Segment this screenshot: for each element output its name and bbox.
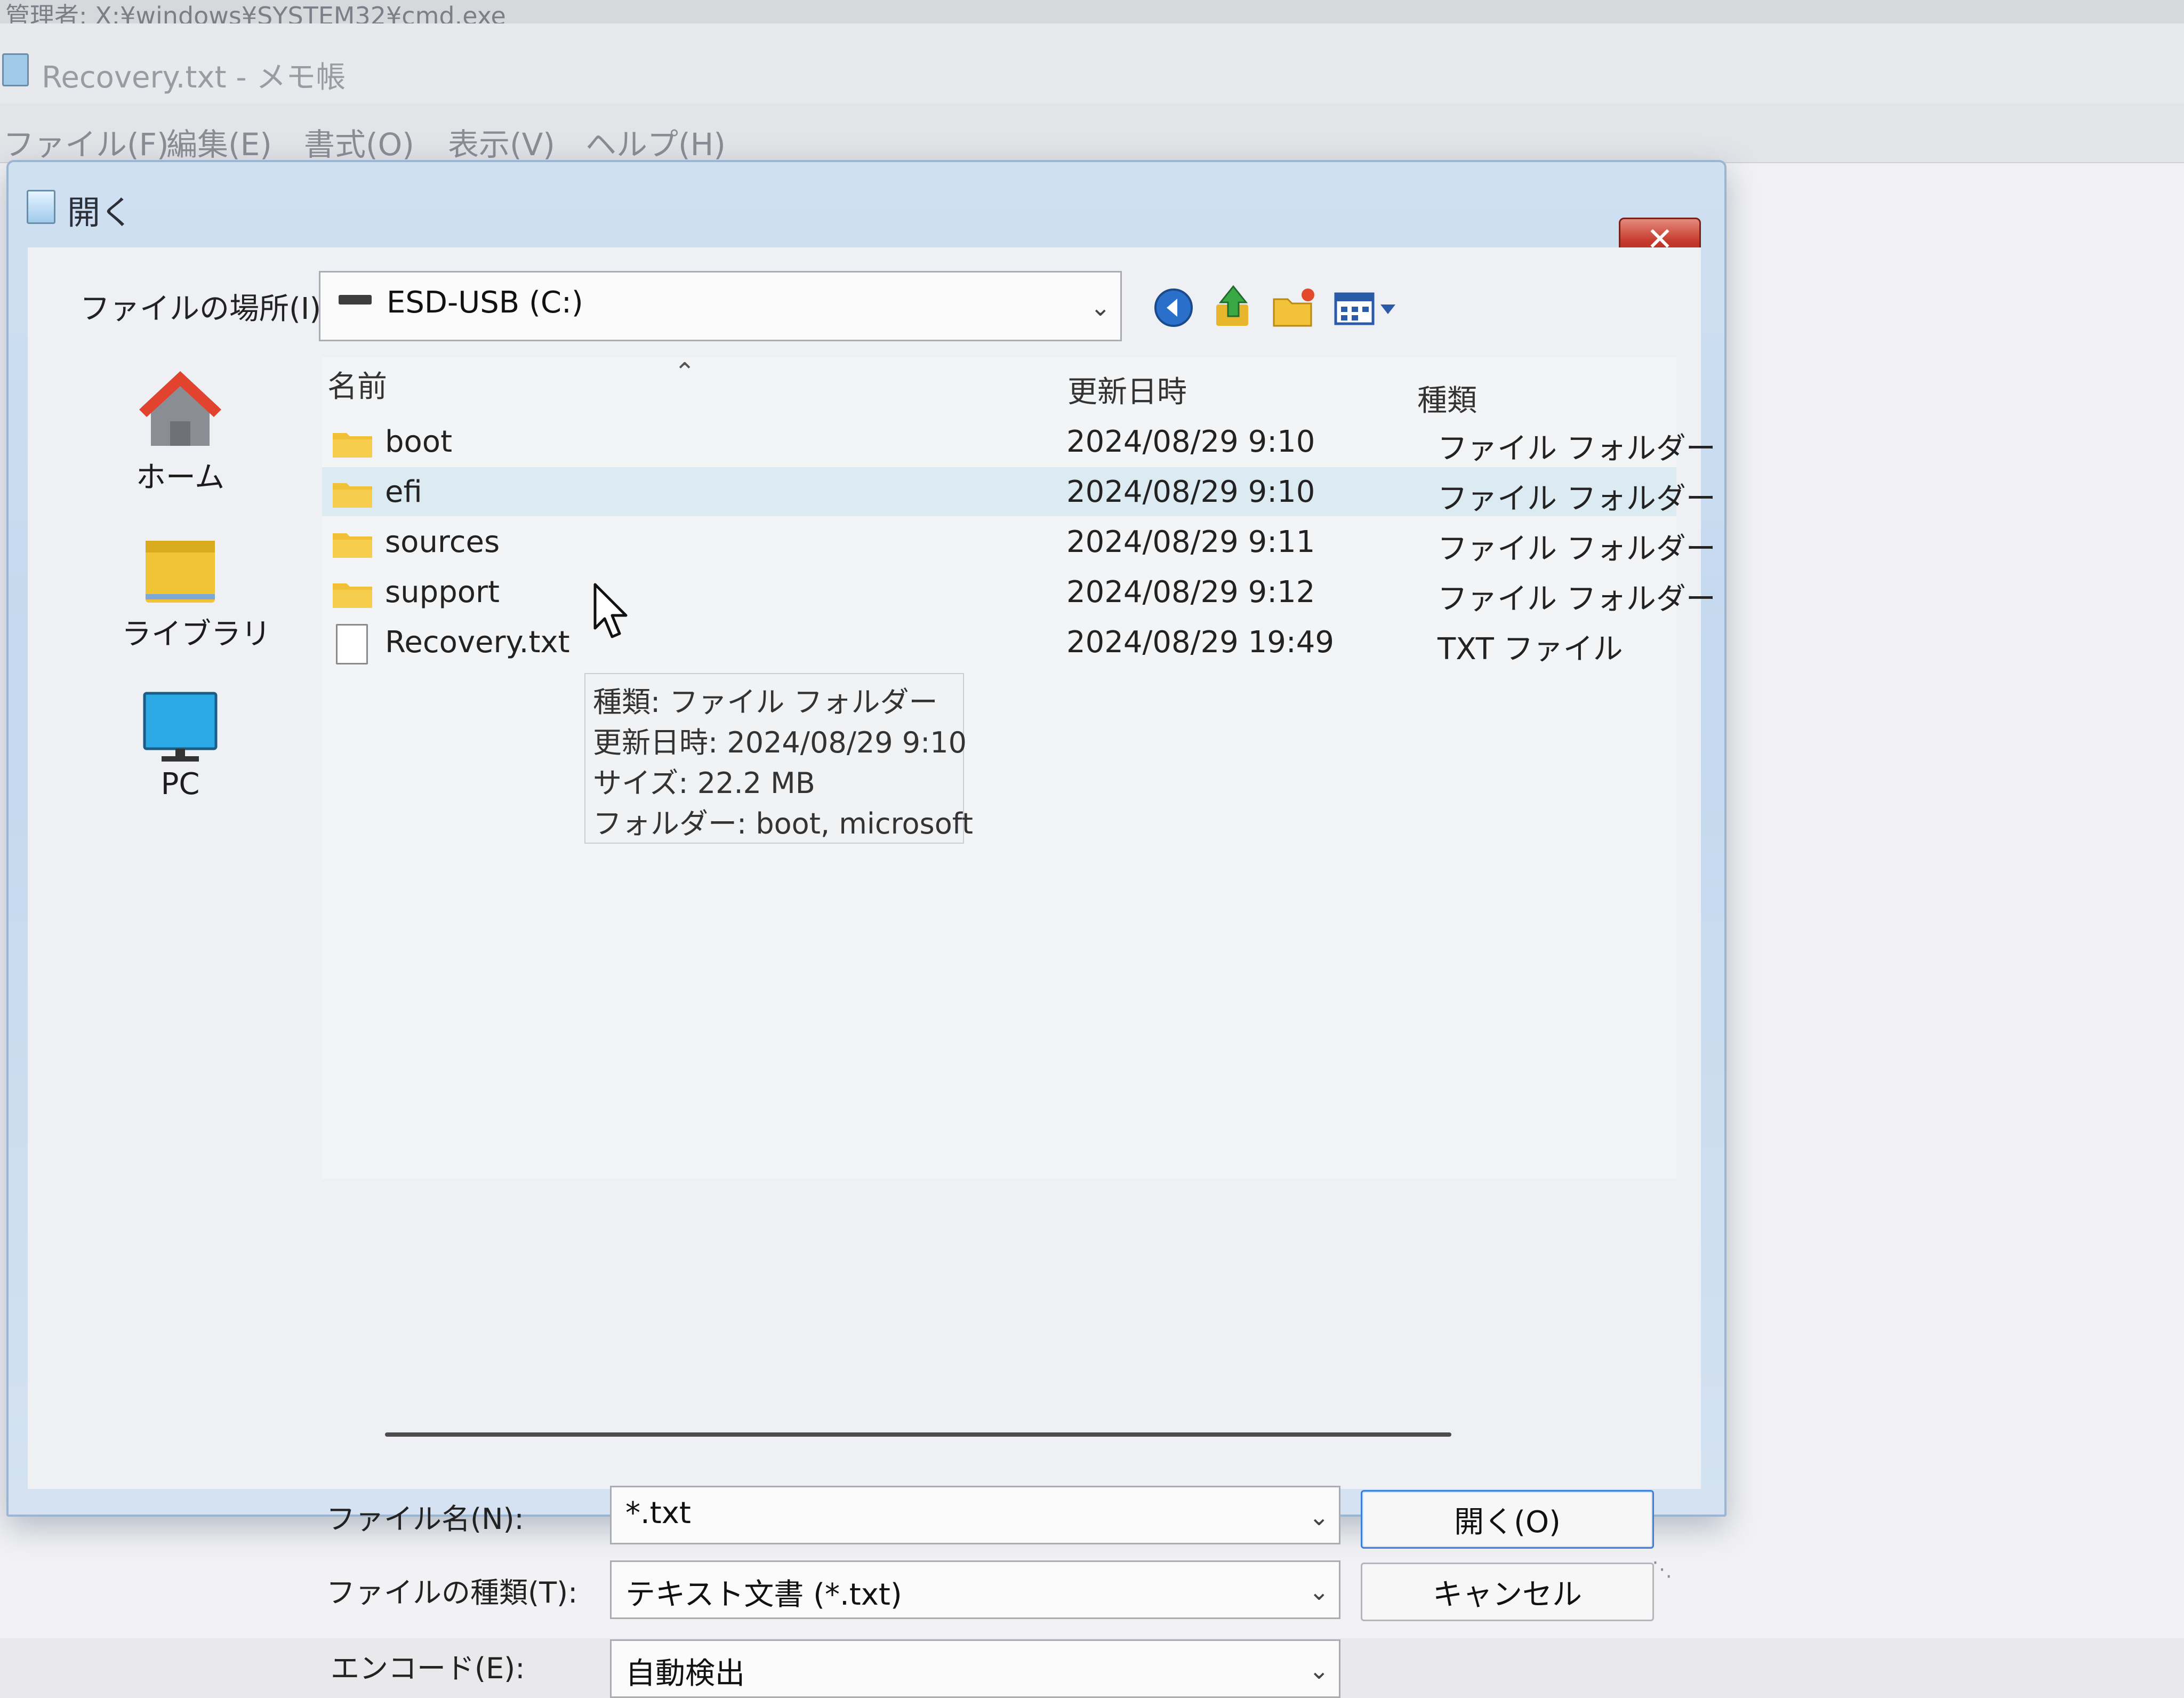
pc-icon: [143, 692, 218, 762]
file-modified: 2024/08/29 9:10: [1066, 424, 1315, 459]
encoding-dropdown[interactable]: 自動検出 ⌄: [610, 1639, 1340, 1698]
file-row-sources[interactable]: sources 2024/08/29 9:11 ファイル フォルダー: [322, 517, 1716, 566]
tooltip-modified: 更新日時: 2024/08/29 9:10: [593, 726, 967, 759]
filename-value: *.txt: [625, 1496, 691, 1531]
resize-grip-icon[interactable]: ⋱: [1652, 1557, 1672, 1581]
filetype-label: ファイルの種類(T):: [326, 1576, 578, 1609]
file-type: ファイル フォルダー: [1438, 482, 1716, 516]
filename-input[interactable]: *.txt ⌄: [610, 1486, 1340, 1544]
up-folder-icon[interactable]: [1211, 283, 1255, 331]
place-pc[interactable]: PC: [122, 690, 239, 802]
text-file-icon: [336, 624, 368, 664]
file-name: sources: [385, 525, 500, 559]
new-folder-icon[interactable]: [1270, 285, 1318, 331]
file-name: support: [385, 575, 500, 610]
file-modified: 2024/08/29 9:10: [1066, 475, 1315, 509]
column-header-name[interactable]: 名前: [327, 363, 387, 406]
folder-icon: [333, 433, 372, 458]
notepad-titlebar[interactable]: Recovery.txt - メモ帳: [0, 23, 2184, 103]
file-type: TXT ファイル: [1438, 632, 1623, 667]
file-type: ファイル フォルダー: [1438, 431, 1716, 466]
chevron-down-icon: ⌄: [1090, 293, 1111, 322]
menu-file[interactable]: ファイル(F): [3, 119, 169, 164]
cmd-window-strip[interactable]: 管理者: X:¥windows¥SYSTEM32¥cmd.exe: [0, 0, 2184, 30]
menu-format[interactable]: 書式(O): [304, 119, 414, 164]
place-home[interactable]: ホーム: [122, 366, 239, 496]
folder-tooltip: 種類: ファイル フォルダー 更新日時: 2024/08/29 9:10 サイズ…: [584, 673, 973, 844]
chevron-down-icon: ⌄: [1308, 1577, 1329, 1606]
open-dialog: 開く ✕ ファイルの場所(I): ESD-USB (C:) ⌄ ホーム ライブラ…: [6, 160, 1727, 1698]
file-modified: 2024/08/29 19:49: [1066, 625, 1334, 660]
file-row-support[interactable]: support 2024/08/29 9:12 ファイル フォルダー: [322, 567, 1716, 616]
view-menu-icon[interactable]: [1333, 290, 1402, 327]
place-home-label: ホーム: [135, 460, 225, 495]
open-button[interactable]: 開く(O): [1361, 1490, 1654, 1549]
place-library[interactable]: ライブラリ: [122, 535, 271, 653]
chevron-down-icon[interactable]: ⌄: [1308, 1502, 1329, 1531]
column-header-type[interactable]: 種類: [1417, 377, 1477, 420]
file-row-efi[interactable]: efi 2024/08/29 9:10 ファイル フォルダー: [322, 467, 1716, 516]
file-row-recovery[interactable]: Recovery.txt 2024/08/29 19:49 TXT ファイル: [322, 618, 1676, 667]
file-list[interactable]: 名前 ⌃ 更新日時 種類 boot 2024/08/29 9:10 ファイル フ…: [322, 357, 1716, 1179]
notepad-menubar: ファイル(F) 編集(E) 書式(O) 表示(V) ヘルプ(H): [0, 103, 2184, 163]
menu-edit[interactable]: 編集(E): [166, 119, 272, 164]
notepad-icon: [2, 53, 29, 86]
lookin-label: ファイルの場所(I):: [80, 292, 332, 326]
file-name: boot: [385, 424, 453, 459]
encoding-value: 自動検出: [625, 1656, 745, 1691]
filename-label: ファイル名(N):: [326, 1502, 524, 1536]
folder-icon: [333, 483, 372, 508]
column-header-modified[interactable]: 更新日時: [1067, 368, 1187, 411]
file-row-boot[interactable]: boot 2024/08/29 9:10 ファイル フォルダー: [322, 417, 1716, 466]
lookin-value: ESD-USB (C:): [387, 285, 583, 320]
place-pc-label: PC: [160, 767, 200, 802]
back-icon[interactable]: [1152, 286, 1195, 330]
filetype-value: テキスト文書 (*.txt): [625, 1577, 902, 1612]
file-type: ファイル フォルダー: [1438, 582, 1716, 616]
folder-icon: [333, 583, 372, 608]
file-type: ファイル フォルダー: [1438, 532, 1716, 566]
dialog-title: 開く: [67, 193, 134, 232]
file-modified: 2024/08/29 9:12: [1066, 575, 1315, 610]
file-name: Recovery.txt: [385, 625, 570, 660]
chevron-down-icon: ⌄: [1308, 1656, 1329, 1685]
notepad-title: Recovery.txt - メモ帳: [42, 60, 346, 95]
lookin-dropdown[interactable]: ESD-USB (C:) ⌄: [319, 271, 1122, 341]
file-modified: 2024/08/29 9:11: [1066, 525, 1315, 559]
tooltip-type: 種類: ファイル フォルダー: [593, 685, 938, 719]
file-name: efi: [385, 475, 422, 509]
dialog-icon: [27, 190, 55, 224]
menu-view[interactable]: 表示(V): [448, 119, 555, 164]
library-icon: [146, 541, 215, 603]
mouse-cursor-icon: [593, 583, 628, 638]
drive-icon: [339, 295, 372, 305]
cancel-button[interactable]: キャンセル: [1361, 1563, 1654, 1621]
filetype-dropdown[interactable]: テキスト文書 (*.txt) ⌄: [610, 1560, 1340, 1619]
horizontal-scrollbar[interactable]: [385, 1432, 1451, 1437]
folder-icon: [333, 533, 372, 558]
dialog-client-area: ファイルの場所(I): ESD-USB (C:) ⌄ ホーム ライブラリ PC …: [28, 247, 1716, 1698]
tooltip-size: サイズ: 22.2 MB: [593, 766, 815, 800]
home-icon: [139, 371, 221, 446]
place-library-label: ライブラリ: [122, 617, 271, 652]
sort-ascending-icon: ⌃: [674, 357, 696, 387]
tooltip-folders: フォルダー: boot, microsoft: [593, 807, 973, 840]
menu-help[interactable]: ヘルプ(H): [585, 119, 726, 164]
encoding-label: エンコード(E):: [331, 1652, 525, 1685]
